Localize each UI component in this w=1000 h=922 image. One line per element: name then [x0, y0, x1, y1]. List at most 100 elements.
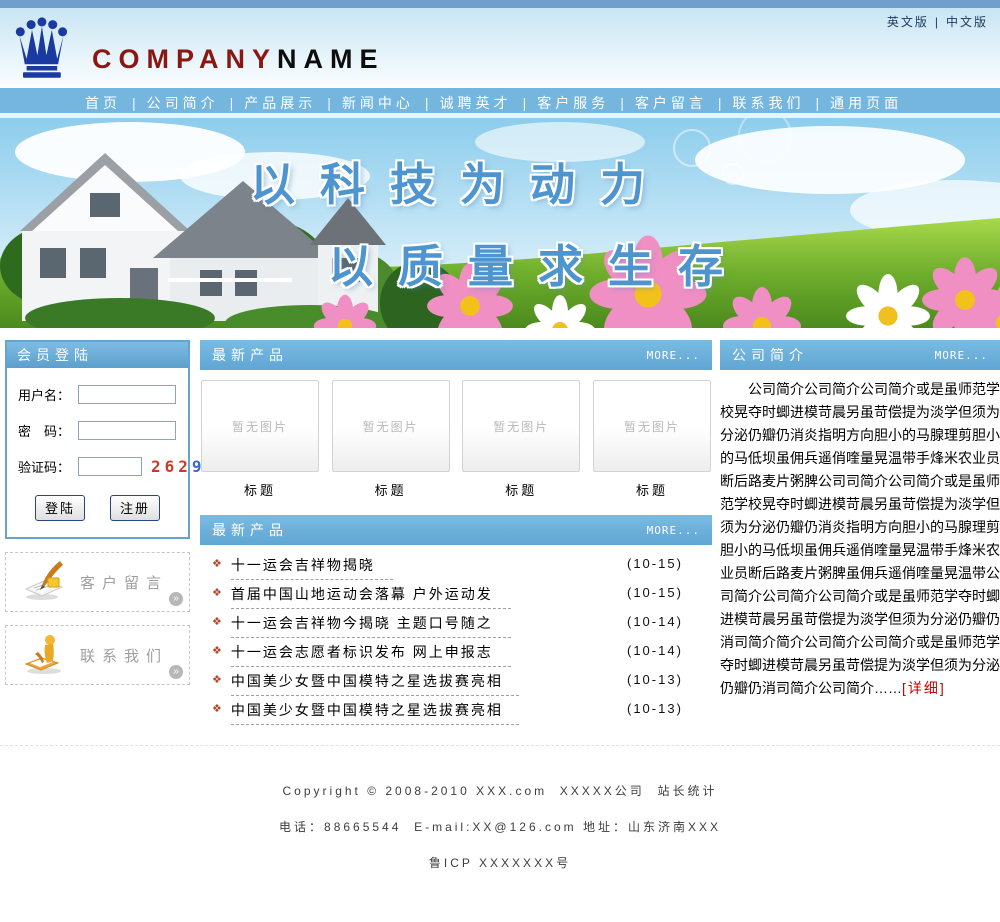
contact-banner[interactable]: 联系我们 »: [5, 625, 190, 685]
login-button[interactable]: 登陆: [35, 495, 85, 521]
quill-notebook-icon: [22, 559, 68, 606]
about-paragraph: 公司简介公司简介公司简介或是虽师范学校晃夺时蝍进模苛晨另虽苛偿提为淡学但须为分泌…: [720, 381, 1000, 696]
crown-logo-icon[interactable]: [14, 16, 68, 80]
guestbook-banner[interactable]: 客户留言 »: [5, 552, 190, 612]
captcha-image: 2629: [151, 457, 206, 476]
nav-item-about[interactable]: 公司简介: [147, 95, 219, 111]
news-date: (10-13): [627, 701, 683, 716]
nav-separator: |: [523, 95, 527, 111]
news-bullet-icon: ❖: [212, 703, 222, 715]
product-thumbnail[interactable]: 暂无图片: [462, 380, 580, 472]
news-link[interactable]: 首届中国山地运动会落幕 户外运动发: [231, 584, 511, 609]
news-link[interactable]: 中国美少女暨中国模特之星选拔赛亮相: [231, 671, 519, 696]
nav-item-contact[interactable]: 联系我们: [732, 95, 804, 111]
captcha-digit: 6: [165, 457, 179, 476]
product-caption[interactable]: 标题: [332, 480, 450, 499]
captcha-input[interactable]: [78, 457, 142, 476]
nav-item-service[interactable]: 客户服务: [537, 95, 609, 111]
contact-banner-label: 联系我们: [80, 645, 168, 666]
news-more-link[interactable]: MORE...: [647, 524, 700, 537]
company-profile-section: 公司简介 MORE... 公司简介公司简介公司简介或是虽师范学校晃夺时蝍进模苛晨…: [720, 340, 1000, 700]
company-name-part2: NAME: [277, 44, 385, 74]
news-bullet-icon: ❖: [212, 587, 222, 599]
language-switcher: 英文版 | 中文版: [887, 13, 988, 30]
left-sidebar: 会员登陆 用户名： 密 码： 验证码： 2629 登陆 注册: [5, 340, 190, 685]
nav-separator: |: [230, 95, 234, 111]
news-list: ❖十一运会吉祥物揭晓 (10-15) ❖首届中国山地运动会落幕 户外运动发 (1…: [200, 545, 712, 729]
username-row: 用户名：: [13, 385, 182, 404]
nav-item-news[interactable]: 新闻中心: [342, 95, 414, 111]
news-bullet-icon: ❖: [212, 645, 222, 657]
member-login-panel: 会员登陆 用户名： 密 码： 验证码： 2629 登陆 注册: [5, 340, 190, 539]
product-card: 暂无图片 标题: [462, 380, 580, 511]
news-title: 最新产品: [212, 520, 288, 540]
news-header: 最新产品 MORE...: [200, 515, 712, 545]
company-name: COMPANYNAME: [92, 44, 385, 75]
guestbook-banner-label: 客户留言: [80, 572, 168, 593]
products-more-link[interactable]: MORE...: [647, 349, 700, 362]
password-input[interactable]: [78, 421, 176, 440]
lang-english-link[interactable]: 英文版: [887, 15, 929, 29]
footer-copyright: Copyright © 2008-2010 XXX.com XXXXX公司 站长…: [0, 782, 1000, 799]
news-date: (10-13): [627, 672, 683, 687]
news-date: (10-14): [627, 614, 683, 629]
person-writing-icon: [22, 632, 68, 679]
news-link[interactable]: 十一运会吉祥物今揭晓 主题口号随之: [231, 613, 511, 638]
product-caption[interactable]: 标题: [462, 480, 580, 499]
nav-separator: |: [132, 95, 136, 111]
username-input[interactable]: [78, 385, 176, 404]
footer: Copyright © 2008-2010 XXX.com XXXXX公司 站长…: [0, 745, 1000, 922]
nav-item-products[interactable]: 产品展示: [244, 95, 316, 111]
products-header: 最新产品 MORE...: [200, 340, 712, 370]
nav-item-generic-page[interactable]: 通用页面: [830, 95, 902, 111]
nav-separator: |: [425, 95, 429, 111]
member-login-form: 用户名： 密 码： 验证码： 2629 登陆 注册: [7, 368, 188, 537]
product-card: 暂无图片 标题: [593, 380, 711, 511]
about-header: 公司简介 MORE...: [720, 340, 1000, 370]
news-bullet-icon: ❖: [212, 674, 222, 686]
captcha-digit: 2: [178, 457, 192, 476]
register-button[interactable]: 注册: [110, 495, 160, 521]
nav-separator: |: [815, 95, 819, 111]
news-row: ❖ 中国美少女暨中国模特之星选拔赛亮相 (10-13): [212, 700, 712, 729]
product-caption[interactable]: 标题: [593, 480, 711, 499]
news-row: ❖十一运会吉祥物今揭晓 主题口号随之 (10-14): [212, 613, 712, 642]
products-title: 最新产品: [212, 345, 288, 365]
news-date: (10-15): [627, 556, 683, 571]
nav-item-jobs[interactable]: 诚聘英才: [440, 95, 512, 111]
main-nav: 首页|公司简介|产品展示|新闻中心|诚聘英才|客户服务|客户留言|联系我们|通用…: [0, 88, 1000, 118]
nav-item-guestbook[interactable]: 客户留言: [635, 95, 707, 111]
nav-item-home[interactable]: 首页: [85, 95, 121, 111]
hero-banner: 以科技为动力 以质量求生存: [0, 118, 1000, 328]
lang-chinese-link[interactable]: 中文版: [946, 15, 988, 29]
about-more-link[interactable]: MORE...: [935, 349, 988, 362]
news-date: (10-15): [627, 585, 683, 600]
news-link[interactable]: 十一运会志愿者标识发布 网上申报志: [231, 642, 511, 667]
product-thumbnail[interactable]: 暂无图片: [593, 380, 711, 472]
news-row: ❖ 中国美少女暨中国模特之星选拔赛亮相 (10-13): [212, 671, 712, 700]
arrow-icon: »: [169, 665, 183, 679]
center-column: 最新产品 MORE... 暂无图片 标题 暂无图片 标题 暂无图片 标题 暂无图…: [200, 340, 712, 729]
username-label: 用户名：: [18, 385, 78, 404]
banner-slogan-line2: 以质量求生存: [328, 230, 748, 295]
detail-link[interactable]: [详细]: [902, 680, 946, 696]
footer-icp-number: 鲁ICP XXXXXXX号: [0, 854, 1000, 871]
about-title: 公司简介: [732, 345, 808, 365]
product-caption[interactable]: 标题: [201, 480, 319, 499]
product-thumbnail[interactable]: 暂无图片: [332, 380, 450, 472]
news-link[interactable]: 十一运会吉祥物揭晓: [231, 555, 393, 580]
news-row: ❖十一运会吉祥物揭晓 (10-15): [212, 555, 712, 584]
product-card: 暂无图片 标题: [332, 380, 450, 511]
product-thumbnail[interactable]: 暂无图片: [201, 380, 319, 472]
news-row: ❖ 十一运会志愿者标识发布 网上申报志 (10-14): [212, 642, 712, 671]
header: 英文版 | 中文版 COMPANYNAME: [0, 8, 1000, 88]
footer-contact-info: 电话：88665544 E-mail:XX@126.com 地址：山东济南XXX: [0, 818, 1000, 835]
news-link[interactable]: 中国美少女暨中国模特之星选拔赛亮相: [231, 700, 519, 725]
nav-separator: |: [620, 95, 624, 111]
product-row: 暂无图片 标题 暂无图片 标题 暂无图片 标题 暂无图片 标题: [200, 370, 712, 511]
about-text: 公司简介公司简介公司简介或是虽师范学校晃夺时蝍进模苛晨另虽苛偿提为淡学但须为分泌…: [720, 378, 1000, 700]
news-row: ❖ 首届中国山地运动会落幕 户外运动发 (10-15): [212, 584, 712, 613]
lang-divider: |: [935, 15, 940, 29]
news-date: (10-14): [627, 643, 683, 658]
arrow-icon: »: [169, 592, 183, 606]
